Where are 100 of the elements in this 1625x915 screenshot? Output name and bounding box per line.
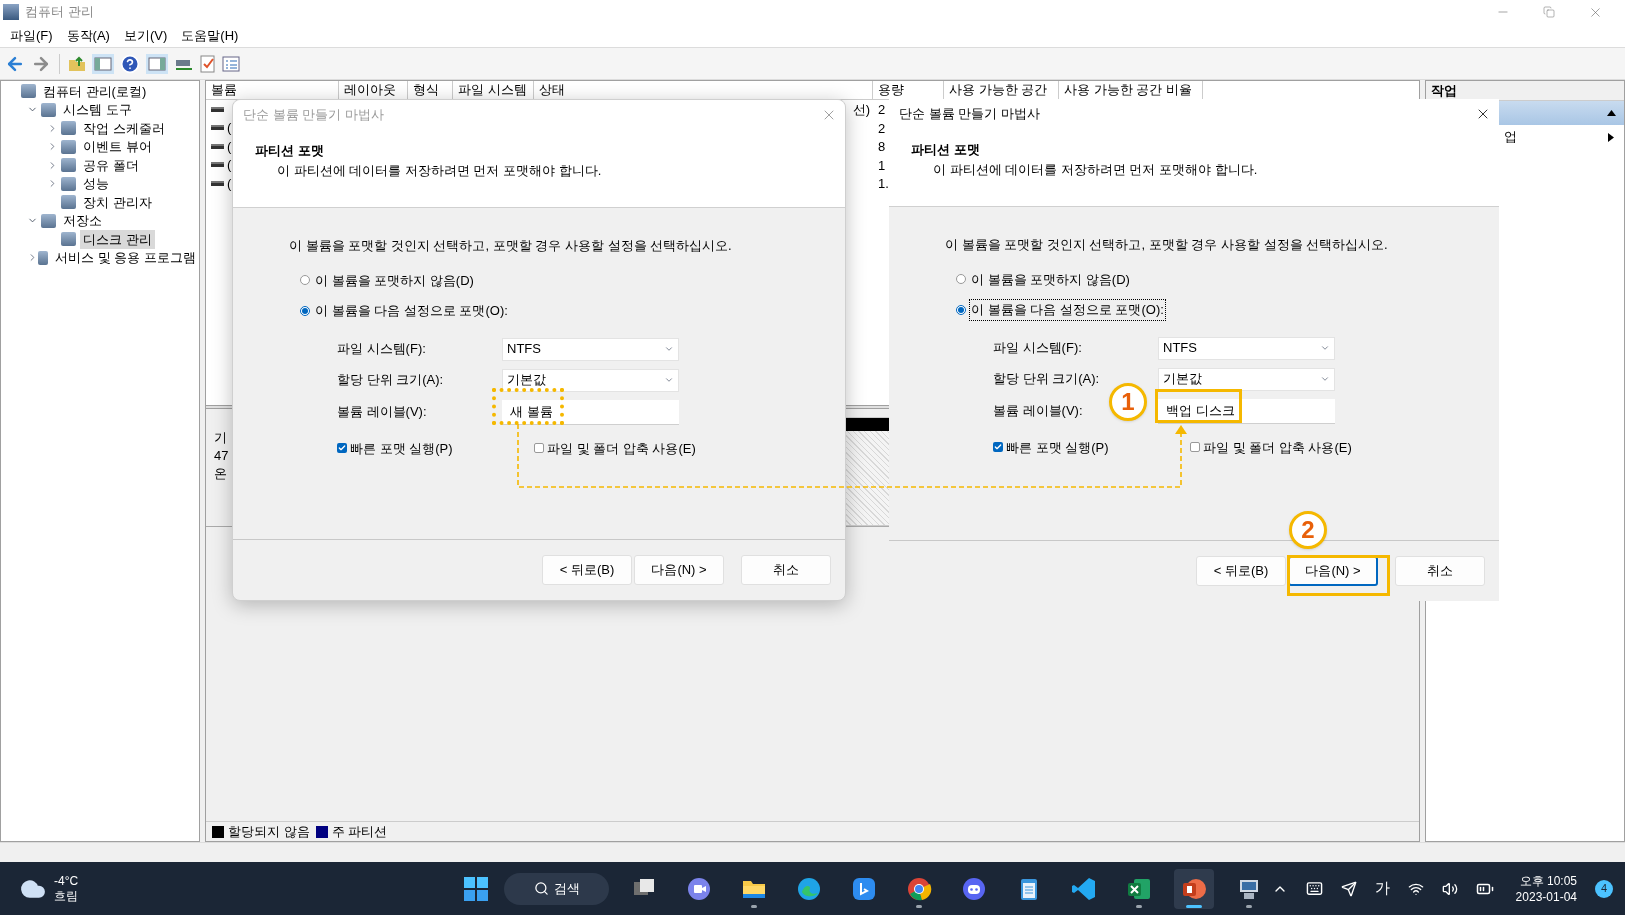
send-icon[interactable] (1340, 880, 1357, 897)
tree-item[interactable]: 이벤트 뷰어 (80, 137, 155, 157)
menu-item[interactable]: 도움말(H) (181, 25, 239, 46)
checkbox-label: 파일 및 폴더 압축 사용(E) (1203, 438, 1352, 457)
chevron-down-icon (664, 375, 674, 385)
folder-up-icon[interactable] (68, 54, 86, 73)
legend-label: 할당되지 않음 (228, 822, 310, 841)
radio-label: 이 볼륨을 다음 설정으로 포맷(O): (969, 299, 1166, 321)
dialog-button[interactable]: < 뒤로(B) (1196, 556, 1286, 586)
tree-item[interactable]: 공유 폴더 (80, 155, 142, 175)
taskbar-button[interactable] (1174, 868, 1214, 909)
radio-label: 이 볼륨을 포맷하지 않음(D) (970, 270, 1131, 289)
dialog-title: 단순 볼륨 만들기 마법사 (243, 105, 384, 124)
field-label: 파일 시스템(F): (337, 340, 426, 359)
checkbox-label: 파일 및 폴더 압축 사용(E) (547, 439, 696, 458)
table-cell-text: ( (227, 156, 232, 174)
checkbox-label: 빠른 포맷 실행(P) (350, 439, 453, 458)
radio-button[interactable] (300, 275, 310, 286)
tree-icon (61, 158, 76, 173)
radio-label: 이 볼륨을 다음 설정으로 포맷(O): (314, 302, 509, 320)
tree-icon (41, 213, 56, 228)
menu-item[interactable]: 보기(V) (123, 25, 168, 46)
tree-item[interactable]: 저장소 (60, 211, 105, 231)
tree-item[interactable]: 디스크 관리 (80, 229, 155, 249)
search-field[interactable]: 검색 (504, 872, 609, 905)
console-tree-icon[interactable] (92, 53, 114, 74)
tree-item[interactable]: 서비스 및 응용 프로그램 (52, 248, 199, 268)
dropdown[interactable]: NTFS (502, 337, 679, 361)
table-cell: 1 (878, 157, 886, 173)
input-method-indicator[interactable]: 가 (1374, 877, 1390, 900)
keyboard-icon[interactable] (1305, 880, 1323, 897)
weather-text: 흐림 (54, 888, 79, 904)
wizard-subheading: 이 파티션에 데이터를 저장하려면 먼저 포맷해야 합니다. (277, 161, 602, 180)
checkbox[interactable] (534, 443, 544, 454)
radio-label: 이 볼륨을 포맷하지 않음(D) (314, 271, 475, 290)
radio-button[interactable] (956, 274, 966, 285)
disk-label-text: 온 (214, 465, 227, 483)
tree-item[interactable]: 컴퓨터 관리(로컬) (40, 81, 150, 101)
wizard-heading: 파티션 포맷 (255, 142, 324, 160)
tree-item[interactable]: 장치 관리자 (80, 192, 155, 212)
dialog-button[interactable]: 다음(N) > (1288, 556, 1378, 586)
window-title: 컴퓨터 관리 (25, 3, 94, 22)
field-label: 할당 단위 크기(A): (993, 370, 1100, 389)
code-editor-icon (1071, 875, 1097, 902)
game-controller-icon (961, 875, 987, 902)
volume-icon (211, 125, 224, 131)
checkbox[interactable] (337, 443, 347, 454)
dialog-title: 단순 볼륨 만들기 마법사 (899, 104, 1040, 123)
dialog-button[interactable]: 다음(N) > (634, 555, 724, 585)
tree-item[interactable]: 작업 스케줄러 (80, 118, 168, 138)
volume-icon[interactable] (1441, 880, 1458, 897)
radio-button[interactable] (956, 304, 966, 315)
radio-button[interactable] (300, 305, 310, 316)
browser-icon (796, 875, 822, 902)
table-cell: 8 (878, 139, 886, 155)
table-cell-text: ( (227, 137, 232, 156)
action-pane-icon[interactable] (146, 53, 168, 74)
input-field[interactable]: 새 볼륨 (502, 399, 679, 425)
table-cell-text: ( (227, 119, 232, 137)
field-label: 할당 단위 크기(A): (337, 371, 444, 390)
dialog-button[interactable]: 취소 (741, 555, 831, 585)
wizard-subheading: 이 파티션에 데이터를 저장하려면 먼저 포맷해야 합니다. (933, 160, 1258, 179)
video-chat-icon (686, 875, 712, 902)
volume-icon (211, 162, 224, 168)
table-cell-text: 선) (852, 100, 870, 119)
tree-icon (61, 176, 76, 191)
tree-icon (41, 102, 56, 117)
input-field[interactable]: 백업 디스크 (1158, 398, 1335, 424)
dropdown[interactable]: 기본값 (1158, 367, 1335, 391)
highlight-box (492, 388, 564, 425)
help-icon[interactable] (120, 53, 140, 74)
field-label: 볼륨 레이블(V): (993, 402, 1083, 421)
clock-date: 2023-01-04 (1515, 888, 1577, 905)
table-cell: 2 (878, 102, 886, 118)
wizard-heading: 파티션 포맷 (911, 141, 980, 159)
action-item[interactable]: 업 (1504, 127, 1517, 147)
browser-icon (906, 875, 932, 902)
tree-item[interactable]: 성능 (80, 174, 112, 194)
temperature-text: -4°C (54, 873, 79, 889)
checklist-icon[interactable] (200, 54, 216, 73)
instruction-text: 이 볼륨을 포맷할 것인지 선택하고, 포맷할 경우 사용할 설정을 선택하십시오. (945, 236, 1388, 254)
dropdown[interactable]: 기본값 (502, 368, 679, 392)
disk-label-text: 기 (214, 429, 227, 447)
tree-icon (61, 121, 76, 136)
legend-label: 주 파티션 (331, 822, 388, 841)
menu-item[interactable]: 파일(F) (10, 25, 53, 46)
volume-icon (211, 143, 224, 149)
checkbox[interactable] (993, 442, 1003, 453)
dropdown[interactable]: NTFS (1158, 336, 1335, 360)
checkbox[interactable] (1190, 442, 1200, 453)
dialog-button[interactable]: < 뒤로(B) (542, 555, 632, 585)
chevron-down-icon (1320, 343, 1330, 353)
clock-time: 오후 10:05 (1519, 872, 1577, 889)
start-icon[interactable] (463, 875, 489, 902)
tree-item[interactable]: 시스템 도구 (60, 100, 135, 120)
tree-icon (61, 139, 76, 154)
search-icon (533, 881, 549, 896)
menu-item[interactable]: 동작(A) (66, 25, 110, 46)
dialog-button[interactable]: 취소 (1395, 556, 1485, 586)
notification-badge[interactable]: 4 (1595, 879, 1613, 898)
